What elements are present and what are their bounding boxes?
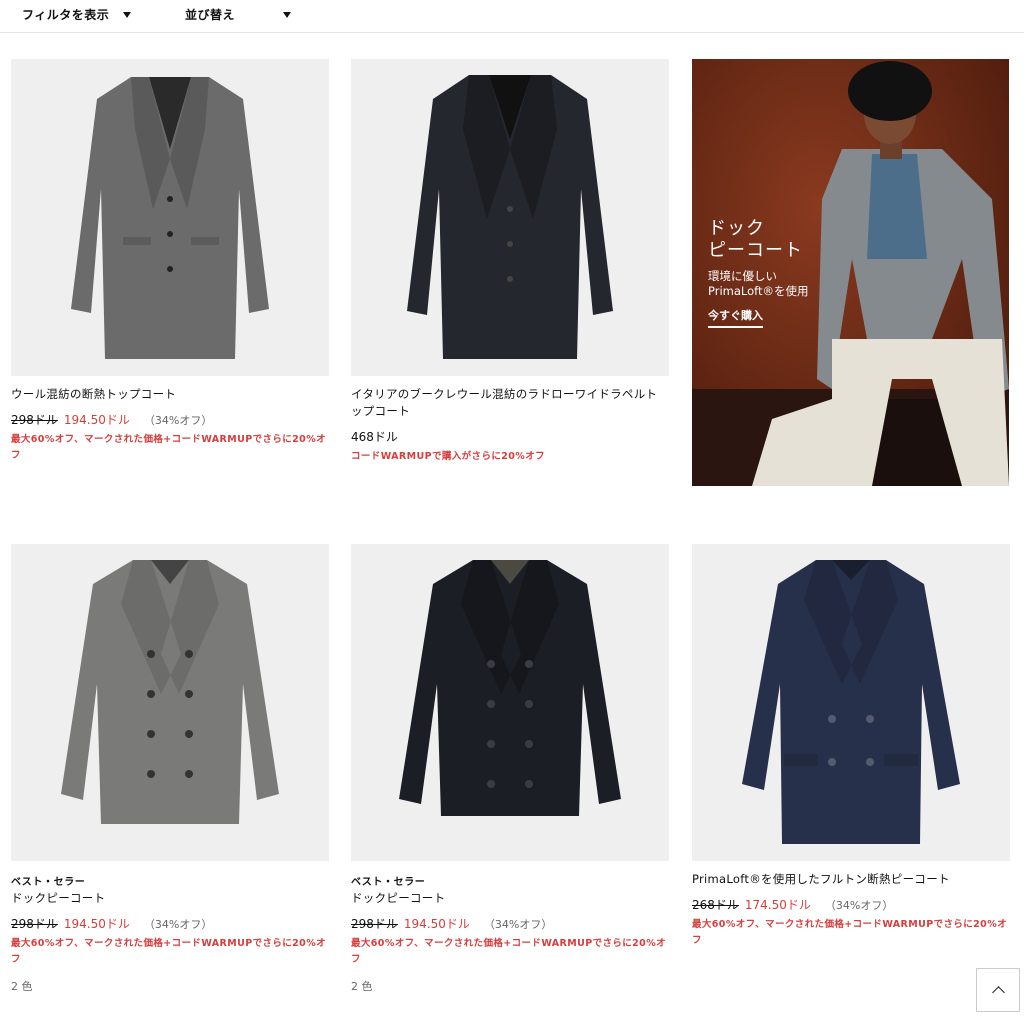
- discount-percent: （34%オフ）: [824, 899, 894, 912]
- discount-percent: （34%オフ）: [143, 414, 213, 427]
- product-image[interactable]: [351, 544, 669, 861]
- chevron-up-icon: [991, 986, 1005, 999]
- product-card[interactable]: ベスト・セラー ドックピーコート 298ドル 194.50ドル （34%オフ） …: [351, 544, 669, 994]
- product-image[interactable]: [11, 59, 329, 376]
- product-card[interactable]: ウール混紡の断熱トップコート 298ドル 194.50ドル （34%オフ） 最大…: [11, 59, 329, 464]
- sale-price: 194.50ドル: [403, 917, 470, 931]
- original-price: 298ドル: [351, 917, 398, 931]
- product-image[interactable]: [351, 59, 669, 376]
- discount-percent: （34%オフ）: [143, 918, 213, 931]
- insulated-peacoat-image: [742, 560, 960, 844]
- banner-subtitle: 環境に優しい PrimaLoft®を使用: [708, 269, 809, 298]
- original-price: 298ドル: [11, 413, 58, 427]
- sale-price: 194.50ドル: [63, 413, 130, 427]
- bestseller-badge: ベスト・セラー: [11, 877, 86, 888]
- promo-banner[interactable]: ドック ピーコート 環境に優しい PrimaLoft®を使用 今すぐ購入: [692, 59, 1009, 486]
- promo-text: 最大60%オフ、マークされた価格+コードWARMUPでさらに20%オフ: [11, 434, 327, 461]
- peacoat-image: [61, 560, 279, 824]
- caret-down-icon: [283, 11, 292, 18]
- promo-text: コードWARMUPで購入がさらに20%オフ: [351, 451, 545, 462]
- regular-price: 468ドル: [351, 430, 398, 444]
- filter-label: フィルタを表示: [22, 8, 110, 22]
- original-price: 298ドル: [11, 917, 58, 931]
- shop-now-link[interactable]: 今すぐ購入: [708, 307, 763, 328]
- product-card[interactable]: イタリアのブークレウール混紡のラドローワイドラペルトップコート 468ドル コー…: [351, 59, 669, 465]
- product-name[interactable]: PrimaLoft®を使用したフルトン断熱ピーコート: [692, 871, 1010, 888]
- bestseller-badge: ベスト・セラー: [351, 877, 426, 888]
- filter-dropdown[interactable]: フィルタを表示: [22, 6, 132, 23]
- sale-price: 174.50ドル: [744, 898, 811, 912]
- banner-title: ドック ピーコート: [708, 218, 803, 261]
- topcoat-image: [71, 77, 269, 359]
- product-price: 298ドル 194.50ドル （34%オフ）: [351, 915, 669, 932]
- promo-text: 最大60%オフ、マークされた価格+コードWARMUPでさらに20%オフ: [351, 938, 667, 965]
- caret-down-icon: [123, 11, 132, 18]
- original-price: 268ドル: [692, 898, 739, 912]
- promo-text: 最大60%オフ、マークされた価格+コードWARMUPでさらに20%オフ: [692, 919, 1008, 946]
- product-card[interactable]: PrimaLoft®を使用したフルトン断熱ピーコート 268ドル 174.50ド…: [692, 544, 1010, 949]
- product-card[interactable]: ベスト・セラー ドックピーコート 298ドル 194.50ドル （34%オフ） …: [11, 544, 329, 994]
- wide-lapel-topcoat-image: [407, 75, 613, 359]
- sale-price: 194.50ドル: [63, 917, 130, 931]
- product-name[interactable]: ドックピーコート: [11, 890, 329, 907]
- product-price: 298ドル 194.50ドル （34%オフ）: [11, 915, 329, 932]
- color-count[interactable]: 2 色: [351, 978, 669, 994]
- color-count[interactable]: 2 色: [11, 978, 329, 994]
- product-name[interactable]: ウール混紡の断熱トップコート: [11, 386, 329, 403]
- product-image[interactable]: [692, 544, 1010, 861]
- discount-percent: （34%オフ）: [483, 918, 553, 931]
- sort-dropdown[interactable]: 並び替え: [185, 6, 292, 23]
- product-price: 298ドル 194.50ドル （34%オフ）: [11, 411, 329, 428]
- product-name[interactable]: ドックピーコート: [351, 890, 669, 907]
- product-image[interactable]: [11, 544, 329, 861]
- product-price: 468ドル: [351, 428, 669, 445]
- back-to-top-button[interactable]: [976, 968, 1020, 1012]
- sort-label: 並び替え: [185, 8, 236, 22]
- filter-sort-bar: フィルタを表示 並び替え: [0, 0, 1024, 33]
- product-name[interactable]: イタリアのブークレウール混紡のラドローワイドラペルトップコート: [351, 386, 669, 420]
- promo-text: 最大60%オフ、マークされた価格+コードWARMUPでさらに20%オフ: [11, 938, 327, 965]
- peacoat-image: [399, 560, 621, 816]
- product-price: 268ドル 174.50ドル （34%オフ）: [692, 896, 1010, 913]
